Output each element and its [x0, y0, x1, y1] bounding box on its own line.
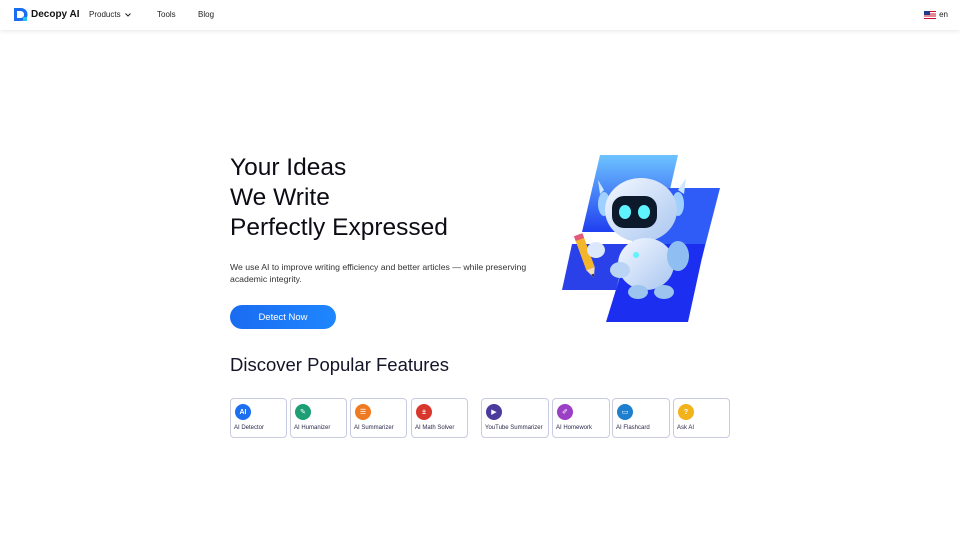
feature-label: YouTube Summarizer [485, 425, 543, 431]
ai-summarizer-icon: ☰ [355, 404, 371, 420]
feature-label: AI Detector [234, 425, 265, 431]
feature-label: AI Humanizer [294, 425, 331, 431]
ask-ai-icon: ? [678, 404, 694, 420]
logo[interactable]: Decopy AI [13, 7, 80, 22]
nav-tools[interactable]: Tools [157, 10, 176, 19]
feature-card-ai-flashcard[interactable]: ▭ AI Flashcard [612, 398, 670, 438]
nav-products[interactable]: Products [89, 10, 132, 19]
hero-title-line: Perfectly Expressed [230, 214, 448, 241]
feature-label: AI Math Solver [415, 425, 455, 431]
logo-text: Decopy AI [31, 9, 80, 20]
feature-label: AI Summarizer [354, 425, 394, 431]
hero-title: Your Ideas We Write Perfectly Expressed [230, 153, 448, 243]
ai-homework-icon: ✐ [557, 404, 573, 420]
feature-label: Ask AI [677, 425, 695, 431]
feature-card-ai-summarizer[interactable]: ☰ AI Summarizer [350, 398, 407, 438]
logo-icon [14, 8, 28, 21]
us-flag-icon [924, 10, 937, 19]
feature-card-youtube-summarizer[interactable]: ▶ YouTube Summarizer [481, 398, 549, 438]
nav-blog-label: Blog [198, 10, 215, 19]
detect-now-button[interactable]: Detect Now [230, 305, 336, 329]
hero-title-line: Your Ideas [230, 154, 347, 181]
features-title: Discover Popular Features [230, 354, 450, 375]
feature-label: AI Homework [556, 425, 593, 431]
feature-card-ai-math-solver[interactable]: ± AI Math Solver [411, 398, 468, 438]
feature-card-ask-ai[interactable]: ? Ask AI [673, 398, 730, 438]
hero-subtitle: We use AI to improve writing efficiency … [230, 262, 527, 284]
feature-card-ai-detector[interactable]: AI AI Detector [230, 398, 287, 438]
chevron-down-icon [124, 12, 131, 17]
ai-detector-icon: AI [235, 404, 251, 420]
nav-blog[interactable]: Blog [198, 10, 214, 19]
ai-flashcard-icon: ▭ [617, 404, 633, 420]
ai-math-solver-icon: ± [416, 404, 432, 420]
feature-card-ai-homework[interactable]: ✐ AI Homework [552, 398, 610, 438]
language-label: en [939, 10, 948, 19]
youtube-summarizer-icon: ▶ [486, 404, 502, 420]
robot-illustration [562, 155, 720, 322]
hero-title-line: We Write [230, 184, 330, 211]
ai-humanizer-icon: ✎ [295, 404, 311, 420]
nav-tools-label: Tools [157, 10, 176, 19]
feature-card-ai-humanizer[interactable]: ✎ AI Humanizer [290, 398, 347, 438]
language-selector[interactable]: en [924, 10, 948, 19]
nav-products-label: Products [89, 10, 121, 19]
top-navbar: Decopy AI Products Tools Blog en [0, 0, 960, 30]
feature-label: AI Flashcard [616, 425, 650, 431]
